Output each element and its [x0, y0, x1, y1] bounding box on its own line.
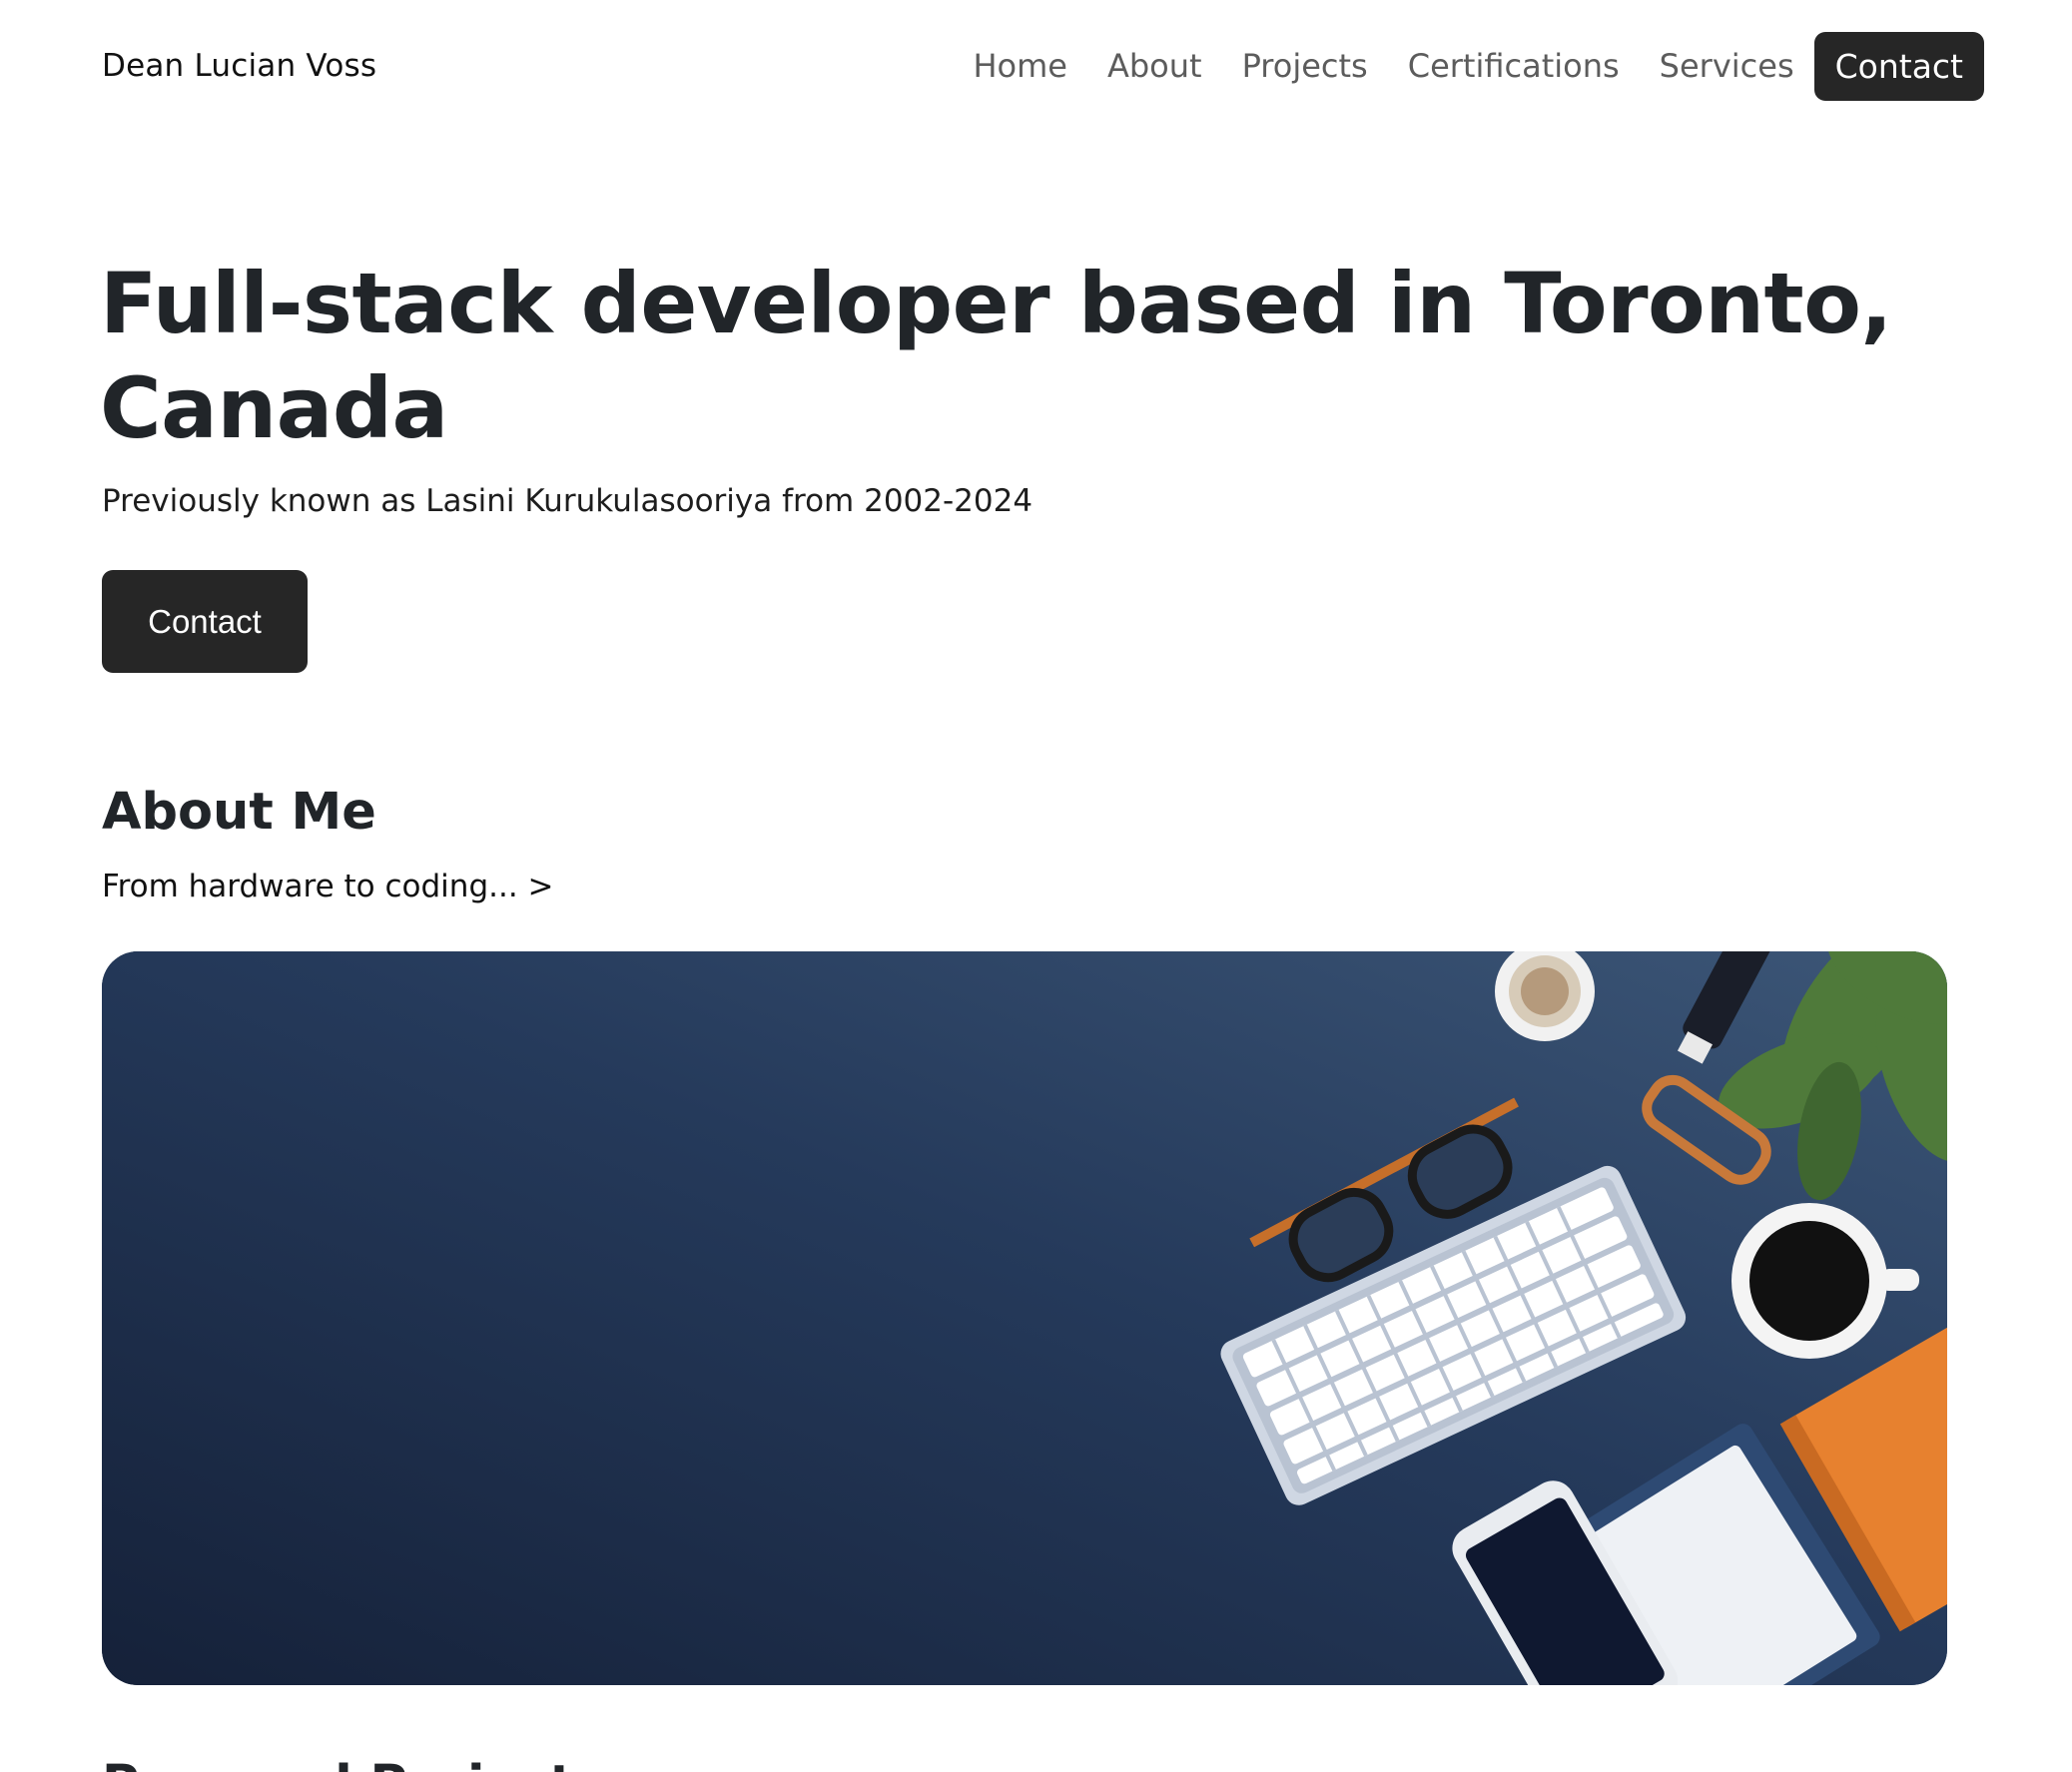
- about-more-link[interactable]: From hardware to coding... >: [102, 869, 554, 904]
- hero-title: Full-stack developer based in Toronto, C…: [100, 255, 1892, 457]
- about-image: [102, 951, 1947, 1685]
- projects-heading: Personal Projects: [102, 1755, 604, 1772]
- desk-workspace-illustration: [102, 951, 1947, 1685]
- about-heading: About Me: [102, 783, 376, 842]
- hero-contact-button[interactable]: Contact: [102, 570, 308, 673]
- nav-links: Home About Projects Certifications Servi…: [933, 31, 1984, 101]
- hero-subtitle: Previously known as Lasini Kurukulasoori…: [102, 483, 1034, 519]
- nav-item-services[interactable]: Services: [1660, 47, 1794, 85]
- nav-contact-button[interactable]: Contact: [1813, 31, 1984, 101]
- nav-item-about[interactable]: About: [1107, 47, 1202, 85]
- brand-name[interactable]: Dean Lucian Voss: [102, 48, 376, 84]
- nav-item-projects[interactable]: Projects: [1242, 47, 1368, 85]
- nav-item-home[interactable]: Home: [973, 47, 1067, 85]
- navbar: Dean Lucian Voss Home About Projects Cer…: [102, 26, 1984, 106]
- page: Dean Lucian Voss Home About Projects Cer…: [0, 0, 2072, 1772]
- nav-item-certifications[interactable]: Certifications: [1408, 47, 1620, 85]
